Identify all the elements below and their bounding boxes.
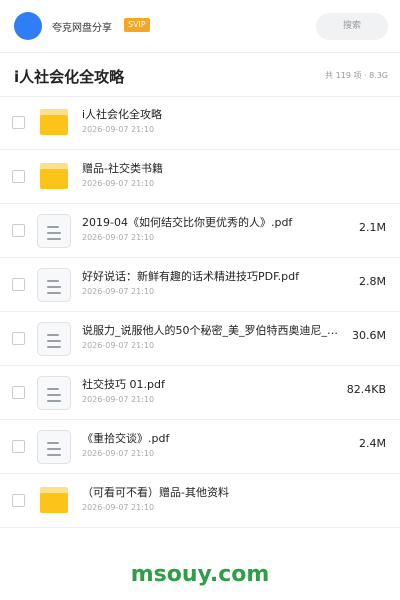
file-row[interactable]: 说服力_说服他人的50个秘密_美_罗伯特西奥迪尼_… 2026-09-07 21…	[0, 312, 400, 366]
file-row[interactable]: 赠品-社交类书籍 2026-09-07 21:10	[0, 150, 400, 204]
row-checkbox[interactable]	[12, 224, 25, 237]
file-name: 好好说话：新鲜有趣的话术精进技巧PDF.pdf	[82, 270, 299, 283]
file-row[interactable]: 好好说话：新鲜有趣的话术精进技巧PDF.pdf 2026-09-07 21:10…	[0, 258, 400, 312]
file-name: i人社会化全攻略	[82, 108, 163, 121]
header-divider	[0, 52, 400, 53]
row-checkbox[interactable]	[12, 116, 25, 129]
row-checkbox[interactable]	[12, 386, 25, 399]
file-size: 30.6M	[352, 329, 386, 342]
top-bar: 夸克网盘分享 SVIP 搜索	[0, 0, 400, 52]
pdf-document-icon	[37, 376, 71, 410]
file-size: 82.4KB	[346, 383, 386, 396]
file-name: 2019-04《如何结交比你更优秀的人》.pdf	[82, 216, 293, 229]
file-date: 2026-09-07 21:10	[82, 179, 155, 188]
pdf-document-icon	[37, 214, 71, 248]
page-title: i人社会化全攻略	[14, 68, 125, 86]
file-size: 2.8M	[359, 275, 386, 288]
row-checkbox[interactable]	[12, 494, 25, 507]
row-checkbox[interactable]	[12, 170, 25, 183]
pdf-document-icon	[37, 430, 71, 464]
folder-icon	[40, 163, 68, 189]
search-button[interactable]: 搜索	[316, 13, 388, 40]
share-username: 夸克网盘分享	[52, 23, 112, 34]
file-name: 赠品-社交类书籍	[82, 162, 163, 175]
watermark-text: msouy.com	[130, 562, 270, 587]
file-date: 2026-09-07 21:10	[82, 449, 155, 458]
file-row[interactable]: （可看可不看）赠品-其他资料 2026-09-07 21:10	[0, 474, 400, 528]
file-name: （可看可不看）赠品-其他资料	[82, 486, 229, 499]
avatar[interactable]	[14, 12, 42, 40]
pdf-document-icon	[37, 322, 71, 356]
row-checkbox[interactable]	[12, 278, 25, 291]
file-size: 2.1M	[359, 221, 386, 234]
row-checkbox[interactable]	[12, 440, 25, 453]
folder-icon	[40, 109, 68, 135]
row-divider	[0, 527, 400, 528]
file-date: 2026-09-07 21:10	[82, 395, 155, 404]
file-name: 说服力_说服他人的50个秘密_美_罗伯特西奥迪尼_…	[82, 324, 338, 337]
file-name: 《重拾交谈》.pdf	[82, 432, 170, 445]
file-row[interactable]: 2019-04《如何结交比你更优秀的人》.pdf 2026-09-07 21:1…	[0, 204, 400, 258]
file-size: 2.4M	[359, 437, 386, 450]
folder-meta: 共 119 项 · 8.3G	[325, 71, 388, 80]
file-date: 2026-09-07 21:10	[82, 287, 155, 296]
file-date: 2026-09-07 21:10	[82, 503, 155, 512]
svip-badge: SVIP	[124, 18, 150, 32]
file-row[interactable]: 社交技巧 01.pdf 2026-09-07 21:10 82.4KB	[0, 366, 400, 420]
file-date: 2026-09-07 21:10	[82, 233, 155, 242]
row-checkbox[interactable]	[12, 332, 25, 345]
file-row[interactable]: 《重拾交谈》.pdf 2026-09-07 21:10 2.4M	[0, 420, 400, 474]
file-date: 2026-09-07 21:10	[82, 341, 155, 350]
file-name: 社交技巧 01.pdf	[82, 378, 165, 391]
file-row[interactable]: i人社会化全攻略 2026-09-07 21:10	[0, 96, 400, 150]
pdf-document-icon	[37, 268, 71, 302]
folder-icon	[40, 487, 68, 513]
file-date: 2026-09-07 21:10	[82, 125, 155, 134]
